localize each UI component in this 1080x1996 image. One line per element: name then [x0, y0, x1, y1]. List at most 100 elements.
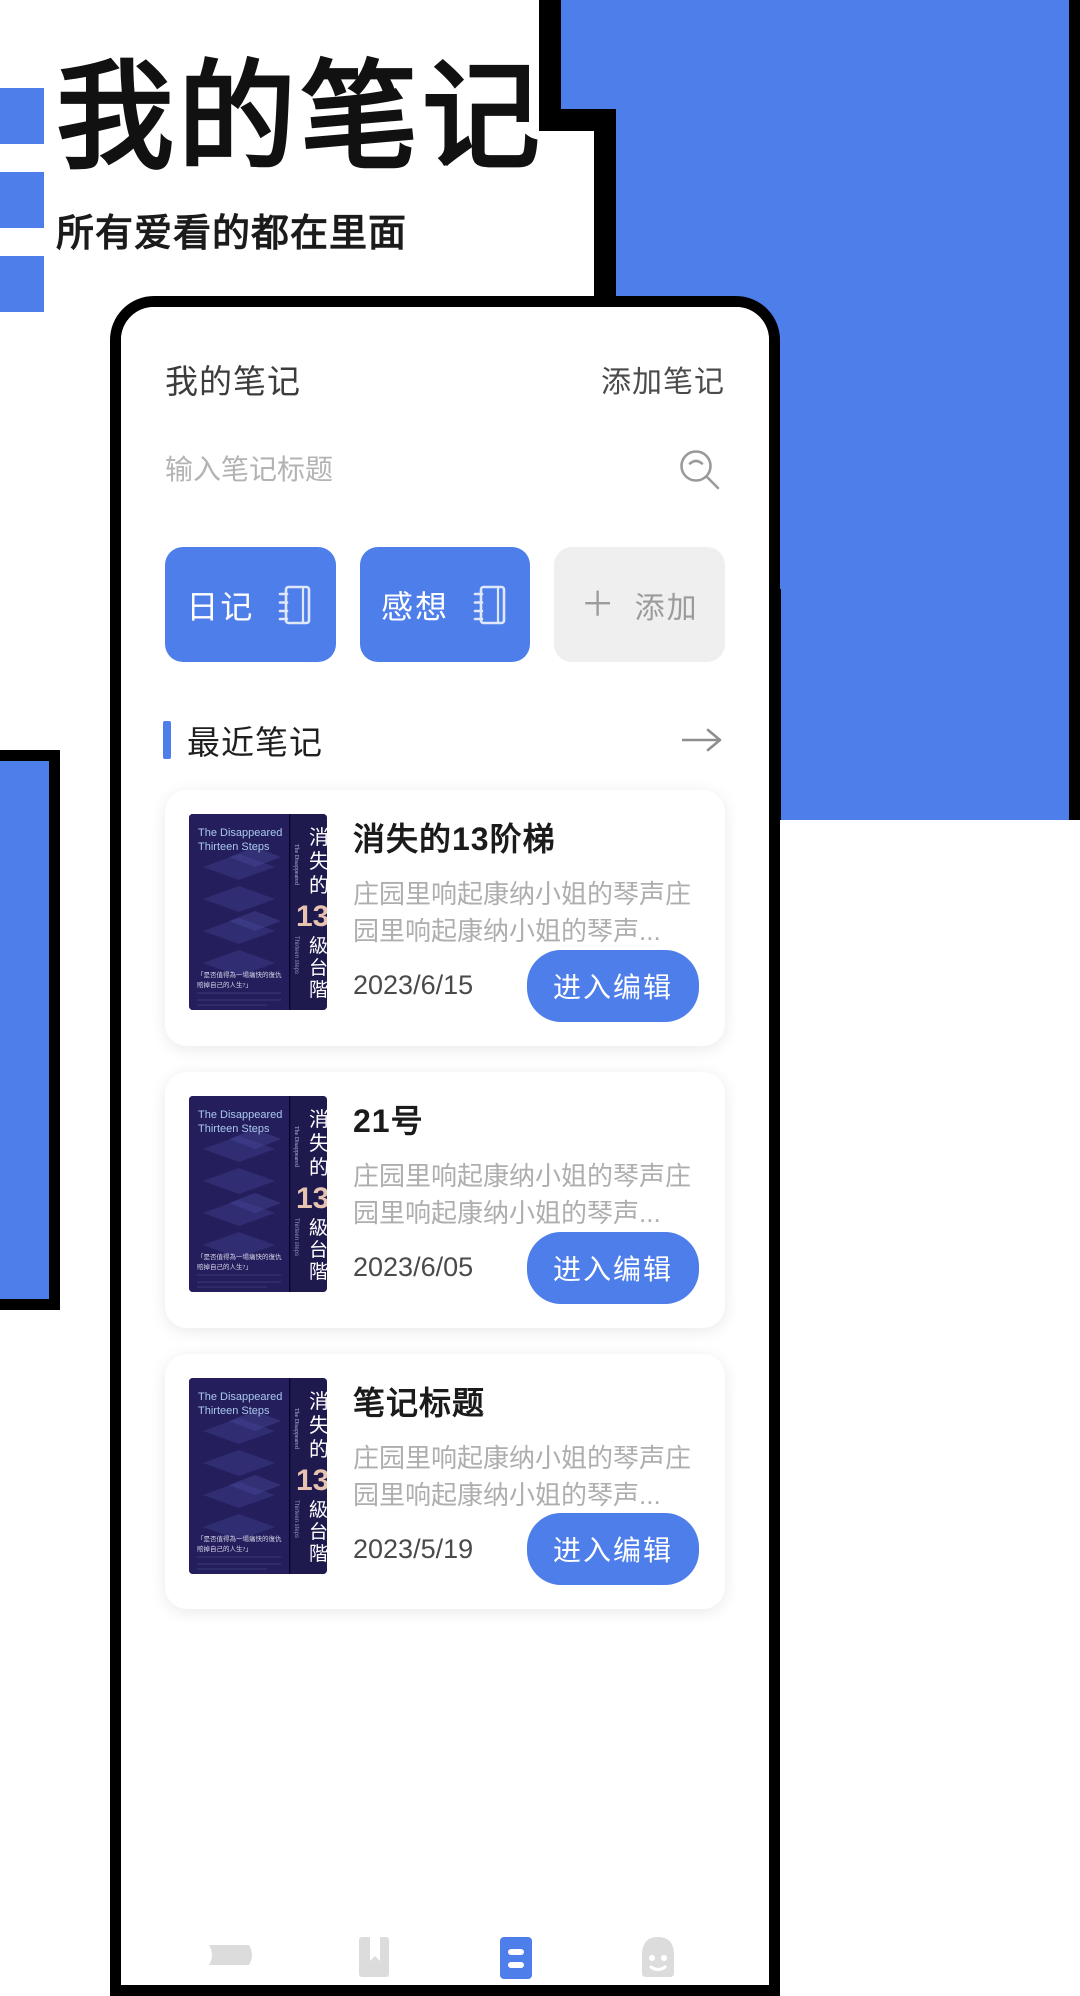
accent-bar-3 [0, 256, 44, 312]
plus-icon: ＋ [580, 585, 615, 624]
chip-thoughts[interactable]: 感想 [359, 547, 531, 662]
svg-text:台: 台 [309, 957, 327, 979]
svg-text:賠掉自己的人生?」: 賠掉自己的人生?」 [197, 1544, 252, 1553]
note-date: 2023/5/19 [353, 1533, 474, 1564]
note-list: The Disappeared Thirteen Steps 消 失 的 13 … [121, 764, 769, 1610]
svg-text:階: 階 [309, 1543, 327, 1565]
svg-text:失: 失 [309, 1132, 327, 1155]
enter-edit-button[interactable]: 进入编辑 [526, 949, 699, 1022]
bottom-navigation-bar [121, 1865, 769, 1985]
svg-text:Thirteen steps: Thirteen steps [293, 1500, 299, 1538]
note-icon [500, 1937, 532, 1979]
chip-label: 日记 [186, 588, 255, 625]
note-content: 21号 庄园里响起康纳小姐的琴声庄园里响起康纳小姐的琴声... 2023/6/0… [353, 1096, 699, 1304]
svg-text:階: 階 [309, 1261, 327, 1283]
svg-text:Thirteen steps: Thirteen steps [293, 1218, 299, 1256]
svg-text:「是否值得為一場痛快的復仇: 「是否值得為一場痛快的復仇 [197, 970, 282, 979]
arrow-right-icon[interactable] [679, 725, 725, 755]
book-page-icon [209, 1945, 252, 1965]
enter-edit-button[interactable]: 进入编辑 [526, 1231, 699, 1304]
svg-text:13: 13 [296, 1464, 327, 1497]
page-title: 我的笔记 [56, 52, 545, 184]
chip-label: 感想 [381, 588, 450, 625]
note-title: 笔记标题 [353, 1384, 486, 1421]
note-description: 庄园里响起康纳小姐的琴声庄园里响起康纳小姐的琴声... [353, 1442, 692, 1510]
note-date: 2023/6/05 [353, 1252, 474, 1283]
svg-text:The Disappeared: The Disappeared [198, 1109, 282, 1121]
note-content: 笔记标题 庄园里响起康纳小姐的琴声庄园里响起康纳小姐的琴声... 2023/5/… [353, 1378, 699, 1586]
notebook-icon [279, 585, 311, 624]
note-description: 庄园里响起康纳小姐的琴声庄园里响起康纳小姐的琴声... [353, 879, 692, 946]
svg-text:賠掉自己的人生?」: 賠掉自己的人生?」 [197, 980, 252, 989]
chip-diary[interactable]: 日记 [165, 547, 336, 662]
svg-text:消: 消 [309, 1108, 327, 1131]
page-subtitle: 所有爱看的都在里面 [56, 213, 408, 256]
book-cover-thumbnail: The Disappeared Thirteen Steps 消 失 的 13 … [189, 1377, 327, 1574]
search-bar [121, 403, 769, 493]
accent-bar-2 [0, 172, 44, 228]
chip-label: 添加 [634, 591, 699, 625]
svg-text:Thirteen Steps: Thirteen Steps [198, 1123, 270, 1135]
bookmark-icon [359, 1937, 389, 1977]
nav-item-bookmarks[interactable] [345, 1927, 403, 1985]
book-cover-thumbnail: The Disappeared Thirteen Steps 消 失 的 13 … [189, 814, 327, 1010]
section-accent-bar [163, 721, 171, 759]
note-date: 2023/6/15 [353, 970, 474, 1001]
note-card[interactable]: The Disappeared Thirteen Steps 消 失 的 13 … [165, 790, 725, 1046]
svg-text:13: 13 [296, 1182, 327, 1215]
note-description: 庄园里响起康纳小姐的琴声庄园里响起康纳小姐的琴声... [353, 1160, 692, 1228]
hero-header: 我的笔记 所有爱看的都在里面 [56, 52, 544, 257]
app-title: 我的笔记 [165, 363, 301, 400]
note-title: 消失的13阶梯 [353, 821, 556, 857]
note-footer: 2023/5/19 进入编辑 [353, 1513, 699, 1586]
svg-text:的: 的 [309, 1438, 327, 1461]
svg-text:的: 的 [309, 874, 327, 897]
app-bar: 我的笔记 添加笔记 [121, 307, 769, 403]
recent-notes-header: 最近笔记 [121, 662, 769, 764]
svg-text:級: 級 [309, 1217, 327, 1239]
svg-text:「是否值得為一場痛快的復仇: 「是否值得為一場痛快的復仇 [197, 1534, 282, 1543]
svg-text:失: 失 [309, 1414, 327, 1437]
note-footer: 2023/6/05 进入编辑 [353, 1231, 699, 1304]
nav-item-library[interactable] [203, 1927, 261, 1985]
note-card[interactable]: The Disappeared Thirteen Steps 消 失 的 13 … [165, 1353, 725, 1610]
svg-text:The Disappeared: The Disappeared [293, 1126, 299, 1167]
section-title: 最近笔记 [187, 724, 323, 761]
note-content: 消失的13阶梯 庄园里响起康纳小姐的琴声庄园里响起康纳小姐的琴声... 2023… [353, 814, 699, 1022]
note-card[interactable]: The Disappeared Thirteen Steps 消 失 的 13 … [165, 1071, 725, 1328]
nav-item-profile[interactable] [629, 1927, 687, 1985]
svg-text:賠掉自己的人生?」: 賠掉自己的人生?」 [197, 1262, 252, 1271]
note-footer: 2023/6/15 进入编辑 [353, 949, 699, 1022]
add-note-button[interactable]: 添加笔记 [601, 357, 725, 401]
phone-screen: 我的笔记 添加笔记 日记 [121, 307, 769, 1985]
category-chip-row: 日记 感想 ＋ 添加 [121, 493, 769, 662]
smiley-face-icon [642, 1937, 674, 1977]
notebook-icon [473, 585, 506, 624]
svg-text:13: 13 [296, 900, 327, 933]
svg-text:The Disappeared: The Disappeared [198, 1391, 282, 1403]
phone-mockup-frame: 我的笔记 添加笔记 日记 [110, 296, 780, 1996]
chip-add-category[interactable]: ＋ 添加 [554, 547, 726, 662]
note-title: 21号 [353, 1102, 424, 1139]
enter-edit-button[interactable]: 进入编辑 [526, 1513, 699, 1586]
svg-text:級: 級 [309, 1499, 327, 1521]
bottom-left-accent-block [0, 750, 60, 1310]
svg-text:消: 消 [309, 1390, 327, 1413]
svg-text:階: 階 [309, 979, 327, 1001]
svg-text:The Disappeared: The Disappeared [198, 827, 282, 839]
search-input[interactable] [165, 454, 615, 486]
svg-text:台: 台 [309, 1521, 327, 1543]
svg-text:The Disappeared: The Disappeared [293, 844, 299, 885]
section-title-group: 最近笔记 [163, 716, 323, 764]
book-cover-thumbnail: The Disappeared Thirteen Steps 消 失 的 13 … [189, 1095, 327, 1292]
search-icon[interactable] [677, 447, 723, 493]
svg-text:級: 級 [309, 935, 327, 957]
svg-text:「是否值得為一場痛快的復仇: 「是否值得為一場痛快的復仇 [197, 1252, 282, 1261]
svg-text:Thirteen steps: Thirteen steps [293, 936, 299, 974]
svg-text:The Disappeared: The Disappeared [293, 1408, 299, 1449]
svg-text:失: 失 [309, 850, 327, 873]
svg-text:的: 的 [309, 1156, 327, 1179]
svg-text:Thirteen Steps: Thirteen Steps [198, 1405, 270, 1417]
accent-bar-1 [0, 88, 44, 144]
nav-item-notes[interactable] [487, 1927, 545, 1985]
